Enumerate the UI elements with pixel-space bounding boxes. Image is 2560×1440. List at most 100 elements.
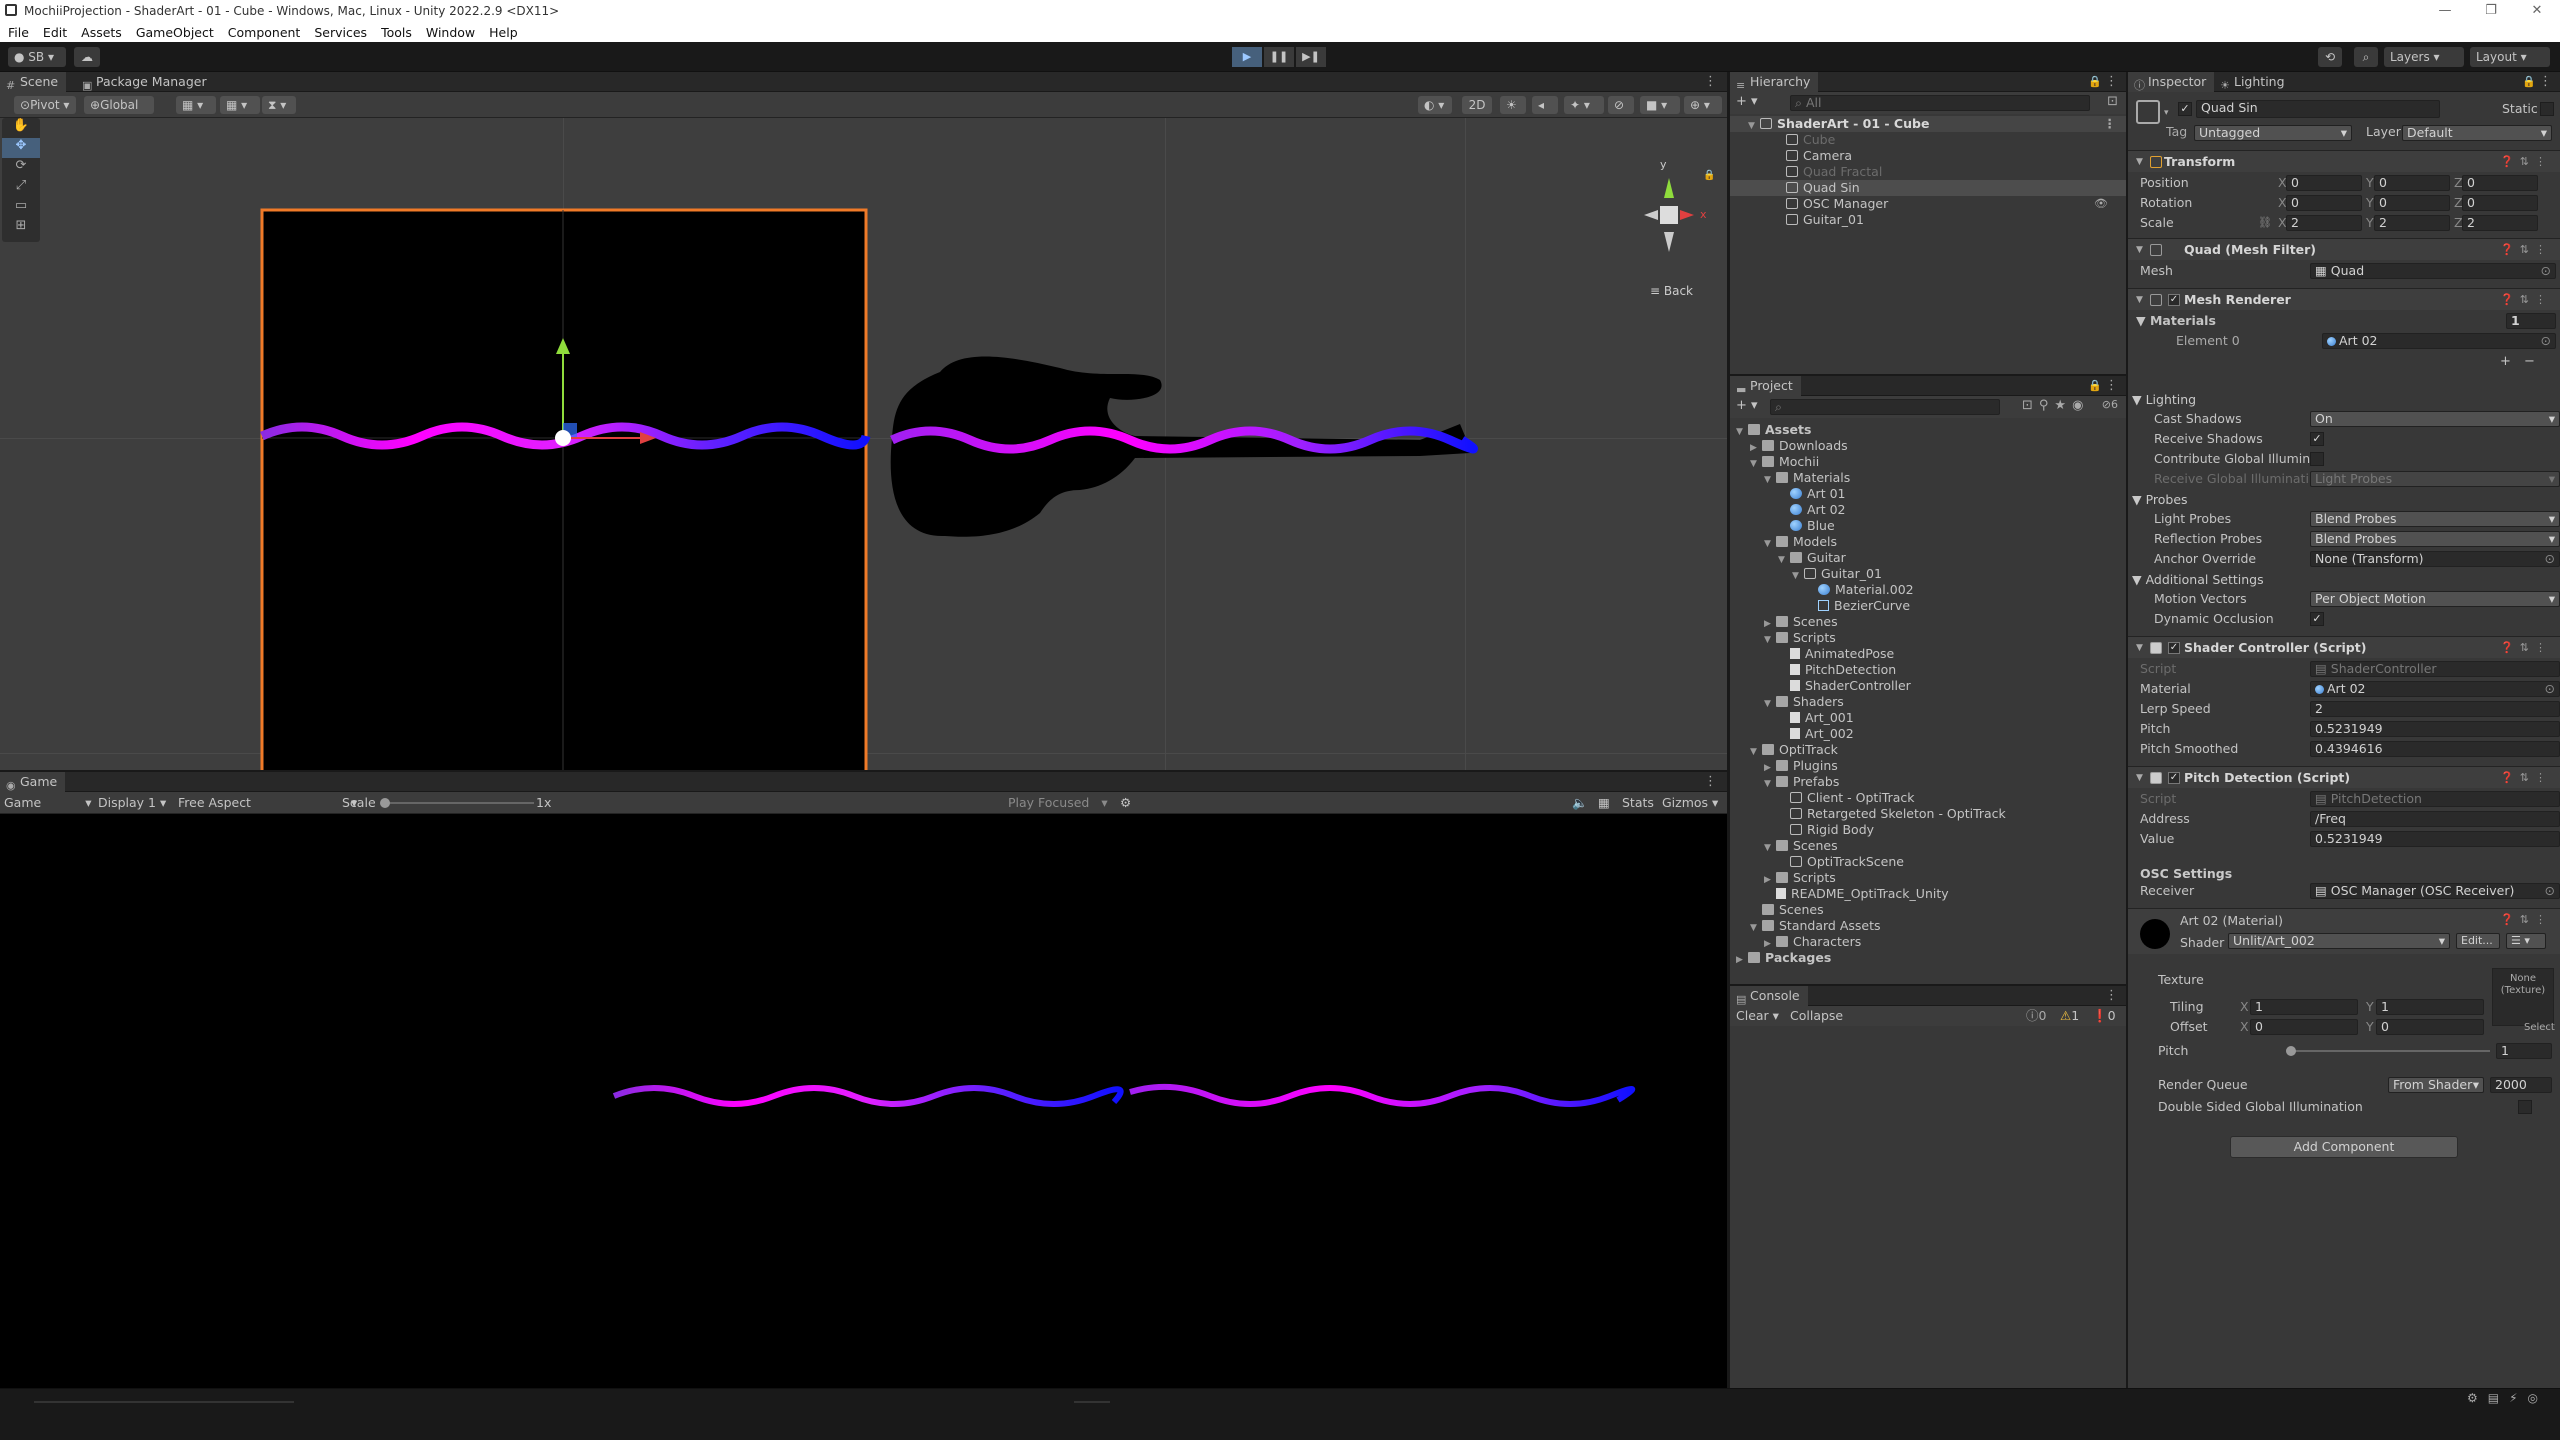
lighting-toggle-icon[interactable]: ☀ (1500, 96, 1526, 114)
hierarchy-item[interactable]: Guitar_01 (1730, 212, 2126, 228)
menu-component[interactable]: Component (228, 25, 301, 40)
tiling-x-input[interactable]: 1 (2250, 999, 2358, 1015)
texture-select-button[interactable]: Select (2524, 1022, 2555, 1033)
hierarchy-item[interactable]: Cube (1730, 132, 2126, 148)
shader-controller-header[interactable]: ▼ ✓ Shader Controller (Script) ❓⇅⋮ (2128, 636, 2560, 658)
element-0-field[interactable]: Art 02 ⊙ (2322, 333, 2556, 349)
shading-mode-icon[interactable]: ◐ ▾ (1418, 96, 1452, 114)
material-header[interactable]: Art 02 (Material) ❓⇅⋮ Shader Unlit/Art_0… (2128, 908, 2560, 954)
contribute-gi-checkbox[interactable] (2310, 452, 2324, 466)
transform-header[interactable]: ▼ Transform ❓⇅⋮ (2128, 150, 2560, 172)
project-item[interactable]: README_OptiTrack_Unity (1730, 886, 2126, 902)
play-focused-dropdown[interactable]: Play Focused ▾ (1008, 792, 1108, 814)
status-icons[interactable]: ⚙▤⚡◎ (2467, 1391, 2548, 1405)
frame-debug-icon[interactable]: ▦ (1598, 792, 1610, 814)
stats-button[interactable]: Stats (1622, 792, 1654, 814)
add-element-button[interactable]: + (2500, 354, 2511, 369)
hierarchy-item[interactable]: Quad Fractal (1730, 164, 2126, 180)
icon-dropdown-arrow[interactable]: ▾ (2164, 108, 2169, 118)
create-plus-icon[interactable]: + ▾ (1736, 398, 1758, 413)
project-item[interactable]: Art 01 (1730, 486, 2126, 502)
project-search-input[interactable]: ⌕ (1770, 399, 2000, 415)
rotation-z-input[interactable]: 0 (2462, 195, 2538, 211)
transform-tool-icon[interactable]: ⊞ (2, 218, 40, 238)
project-item[interactable]: Scenes (1730, 902, 2126, 918)
audio-toggle-icon[interactable]: ◂ (1532, 96, 1558, 114)
search-filter-icon[interactable]: ⊡ (2107, 94, 2118, 109)
dynamic-occlusion-checkbox[interactable]: ✓ (2310, 612, 2324, 626)
increment-snap-icon[interactable]: ⧗ ▾ (262, 96, 296, 114)
project-item[interactable]: ▼ Materials (1730, 470, 2126, 486)
project-item[interactable]: AnimatedPose (1730, 646, 2126, 662)
scale-tool-icon[interactable]: ⤢ (2, 178, 40, 198)
kebab-menu-icon[interactable]: ⋮ (1704, 74, 1717, 89)
account-dropdown[interactable]: ● SB ▾ (8, 47, 66, 67)
project-item[interactable]: ▶ Downloads (1730, 438, 2126, 454)
layers-dropdown[interactable]: Layers ▾ (2384, 47, 2464, 67)
tab-package-manager[interactable]: ▣ Package Manager (76, 72, 215, 92)
shader-dropdown[interactable]: Unlit/Art_002 ▾ (2228, 933, 2450, 949)
materials-row[interactable]: ▼ Materials 1 (2136, 312, 2556, 330)
scale-slider-thumb[interactable] (380, 798, 390, 808)
menu-services[interactable]: Services (314, 25, 367, 40)
tab-hierarchy[interactable]: ≡ Hierarchy (1730, 72, 1819, 92)
project-item[interactable]: Client - OptiTrack (1730, 790, 2126, 806)
project-item[interactable]: ▼ Guitar_01 (1730, 566, 2126, 582)
collapse-button[interactable]: Collapse (1790, 1006, 1843, 1026)
visibility-icon[interactable]: 👁 (2094, 196, 2108, 212)
display-dropdown[interactable]: Display 1 ▾ (98, 792, 166, 814)
grid-visibility-icon[interactable]: ▦ ▾ (220, 96, 260, 114)
project-item[interactable]: Material.002 (1730, 582, 2126, 598)
project-item[interactable]: Art_002 (1730, 726, 2126, 742)
active-checkbox[interactable]: ✓ (2178, 102, 2192, 116)
additional-settings-section[interactable]: ▼ Additional Settings (2132, 572, 2264, 588)
material-header-icons[interactable]: ❓⇅⋮ (2500, 913, 2552, 926)
project-item[interactable]: Retargeted Skeleton - OptiTrack (1730, 806, 2126, 822)
scale-slider[interactable] (384, 802, 534, 804)
project-item[interactable]: ▶ Packages (1730, 950, 2126, 966)
position-y-input[interactable]: 0 (2374, 175, 2450, 191)
render-queue-dropdown[interactable]: From Shader ▾ (2388, 1077, 2484, 1093)
project-item[interactable]: ▼ Shaders (1730, 694, 2126, 710)
add-component-button[interactable]: Add Component (2230, 1136, 2458, 1158)
link-icon[interactable]: ⛓ (2258, 214, 2272, 232)
position-x-input[interactable]: 0 (2286, 175, 2362, 191)
rotation-y-input[interactable]: 0 (2374, 195, 2450, 211)
hidden-packages-icon[interactable]: ⊘6 (2102, 398, 2118, 411)
scale-x-input[interactable]: 2 (2286, 215, 2362, 231)
tab-inspector[interactable]: ⓘ Inspector (2128, 72, 2215, 92)
component-header-icons[interactable]: ❓⇅⋮ (2500, 151, 2552, 173)
tab-game[interactable]: ◉ Game (0, 772, 66, 792)
pitch-detection-header[interactable]: ▼ ✓ Pitch Detection (Script) ❓⇅⋮ (2128, 766, 2560, 788)
project-item[interactable]: Rigid Body (1730, 822, 2126, 838)
light-probes-dropdown[interactable]: Blend Probes ▾ (2310, 511, 2560, 527)
project-item[interactable]: ▶ Plugins (1730, 758, 2126, 774)
material-pitch-input[interactable]: 1 (2496, 1043, 2552, 1059)
lerp-speed-input[interactable]: 2 (2310, 701, 2560, 717)
layout-dropdown[interactable]: Layout ▾ (2470, 47, 2550, 67)
project-item[interactable]: ShaderController (1730, 678, 2126, 694)
search-icon[interactable]: ⌕ (2354, 47, 2378, 67)
menu-help[interactable]: Help (489, 25, 518, 40)
hierarchy-item[interactable]: Camera (1730, 148, 2126, 164)
material-pitch-slider[interactable] (2290, 1050, 2490, 1052)
create-plus-icon[interactable]: + ▾ (1736, 94, 1758, 109)
menu-file[interactable]: File (8, 25, 29, 40)
mute-audio-icon[interactable]: 🔈 (1572, 792, 1588, 814)
render-queue-input[interactable]: 2000 (2490, 1077, 2552, 1093)
address-input[interactable]: /Freq (2310, 811, 2560, 827)
menu-assets[interactable]: Assets (81, 25, 122, 40)
view-back-label[interactable]: ≡ Back (1650, 284, 1693, 298)
remove-element-button[interactable]: − (2524, 354, 2535, 369)
step-button[interactable]: ▶❚ (1296, 47, 1326, 67)
minimize-button[interactable]: — (2422, 0, 2468, 22)
material-pitch-slider-thumb[interactable] (2286, 1046, 2296, 1056)
project-item[interactable]: ▶ Characters (1730, 934, 2126, 950)
hierarchy-item[interactable]: Quad Sin (1730, 180, 2126, 196)
scene-menu-icon[interactable]: ⋮ (2104, 116, 2117, 132)
double-sided-gi-checkbox[interactable] (2518, 1100, 2532, 1114)
tab-scene[interactable]: # Scene (0, 72, 67, 92)
edit-shader-button[interactable]: Edit... (2456, 933, 2500, 949)
kebab-menu-icon[interactable]: ⋮ (1704, 774, 1717, 789)
effects-dropdown-icon[interactable]: ✦ ▾ (1564, 96, 1604, 114)
